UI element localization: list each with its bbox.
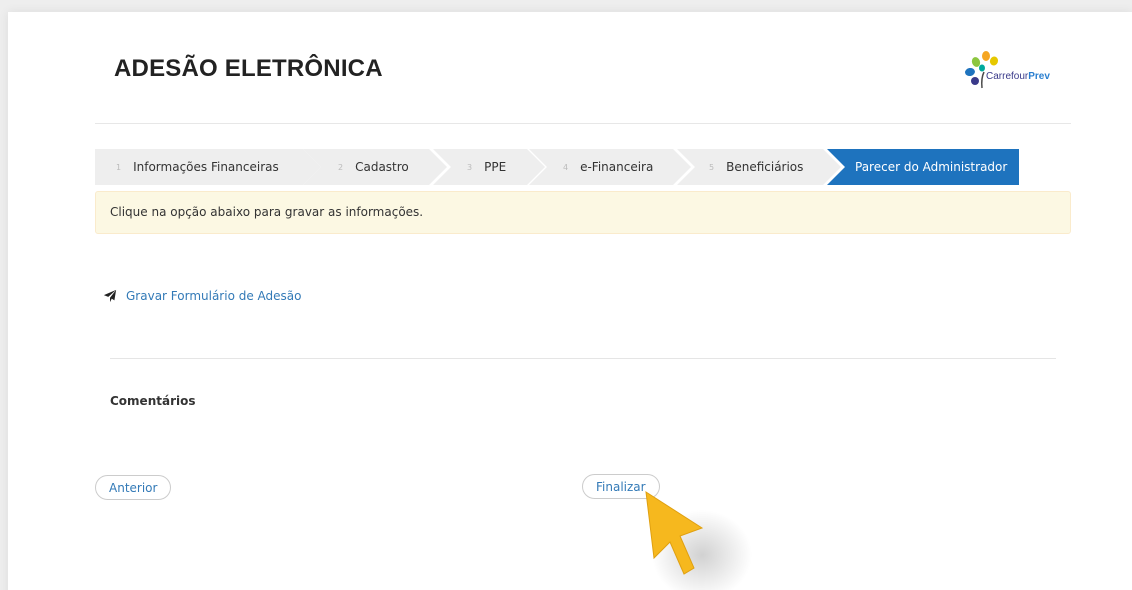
wizard-step-label: e-Financeira (580, 160, 654, 174)
wizard-step-label: Cadastro (355, 160, 409, 174)
wizard-step-4[interactable]: 4 e-Financeira (529, 149, 691, 185)
wizard-step-label: Beneficiários (726, 160, 804, 174)
comments-label: Comentários (110, 394, 196, 408)
previous-button[interactable]: Anterior (95, 475, 172, 500)
logo-text-main: Carrefour (986, 71, 1029, 82)
save-form-label: Gravar Formulário de Adesão (126, 289, 302, 303)
carrefourprev-logo: CarrefourPrev (962, 50, 1072, 90)
wizard-step-1[interactable]: 1 Informações Financeiras (95, 149, 321, 185)
wizard-step-6[interactable]: Parecer do Administrador (827, 149, 1019, 185)
wizard-step-5[interactable]: 5 Beneficiários (677, 149, 841, 185)
header-divider (95, 123, 1071, 124)
tree-logo-icon (965, 51, 999, 89)
wizard-step-label: Informações Financeiras (133, 160, 279, 174)
info-alert: Clique na opção abaixo para gravar as in… (95, 191, 1071, 234)
paper-plane-icon (103, 289, 117, 303)
mouse-cursor-icon (645, 491, 752, 590)
wizard-step-label: PPE (484, 160, 507, 174)
wizard-step-2[interactable]: 2 Cadastro (303, 149, 447, 185)
wizard-step-label: Parecer do Administrador (855, 160, 1008, 174)
page-title: ADESÃO ELETRÔNICA (114, 55, 383, 82)
alert-text: Clique na opção abaixo para gravar as in… (110, 205, 424, 219)
section-divider (110, 358, 1056, 359)
wizard-step-3[interactable]: 3 PPE (433, 149, 545, 185)
save-form-link[interactable]: Gravar Formulário de Adesão (103, 289, 302, 303)
wizard-steps: 1 Informações Financeiras 2 Cadastro 3 P… (95, 149, 1025, 185)
logo-text-bold: Prev (1028, 71, 1050, 82)
